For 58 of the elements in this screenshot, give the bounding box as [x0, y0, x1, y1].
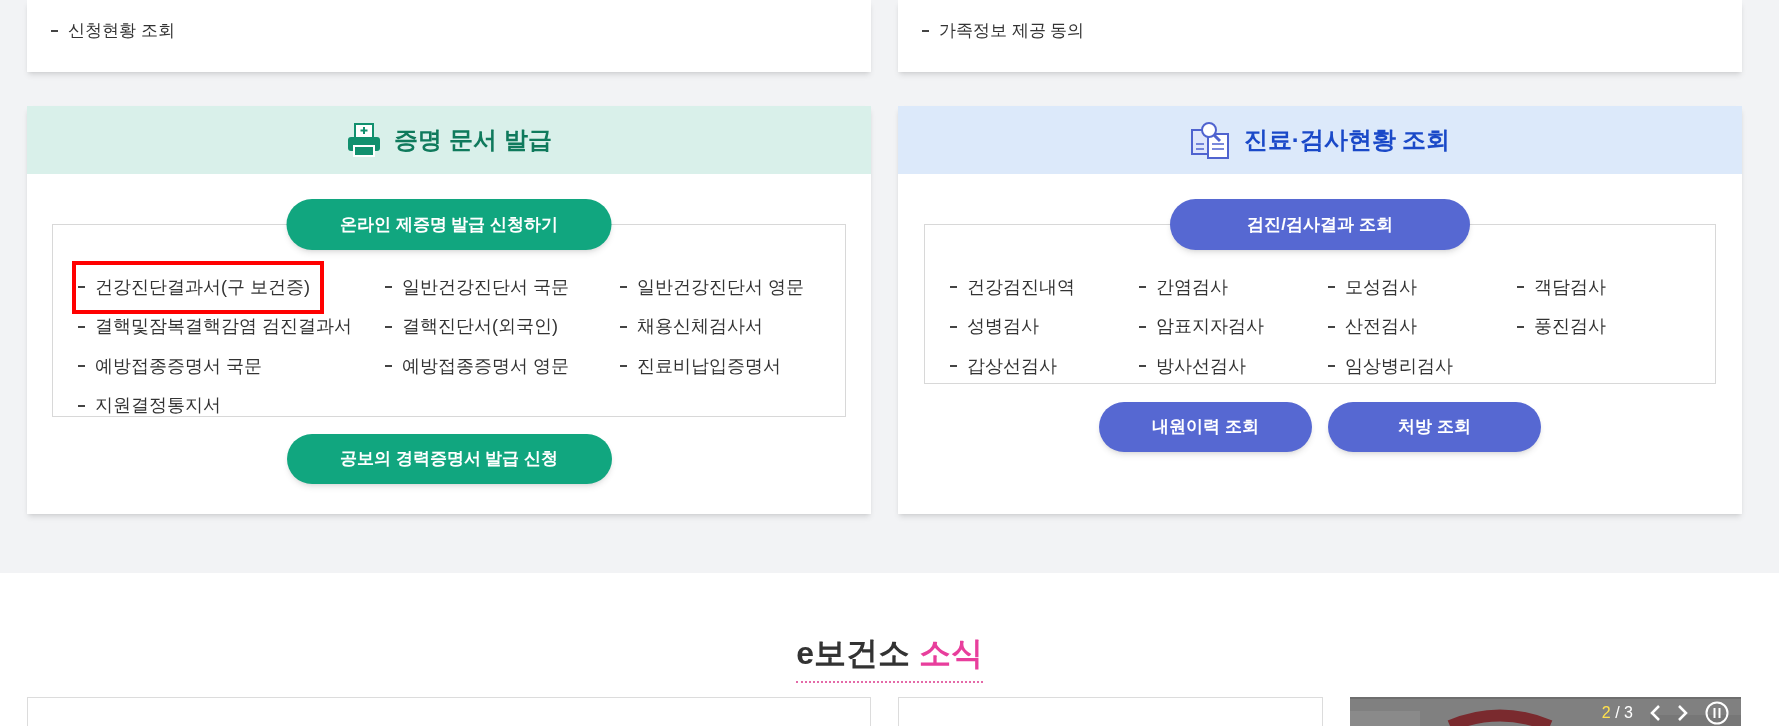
list-link[interactable]: 지원결정통지서: [95, 392, 221, 419]
list-link[interactable]: 결핵진단서(외국인): [402, 313, 558, 340]
list-link[interactable]: 건강진단결과서(구 보건증): [95, 273, 310, 301]
printer-icon: [346, 122, 383, 158]
bullet-dash: [78, 365, 85, 367]
bullet-dash: [620, 325, 627, 328]
list-link[interactable]: 결핵및잠복결핵감염 검진결과서: [95, 313, 352, 340]
document-search-icon: [1189, 120, 1232, 160]
bullet-dash: [1328, 365, 1335, 367]
list-link[interactable]: 채용신체검사서: [637, 313, 763, 340]
list-link[interactable]: 간염검사: [1156, 273, 1228, 301]
list-link[interactable]: 예방접종증명서 영문: [402, 352, 569, 380]
card-title: 진료·검사현황 조회: [1243, 125, 1451, 155]
bullet-dash: [1517, 325, 1524, 328]
list-link[interactable]: 신청현황 조회: [68, 18, 175, 44]
bullet-dash: [922, 29, 929, 32]
bullet-dash: [1517, 286, 1524, 288]
bullet-dash: [1328, 325, 1335, 328]
list-link[interactable]: 풍진검사: [1534, 313, 1606, 340]
list-link[interactable]: 모성검사: [1345, 273, 1417, 301]
bullet-dash: [385, 286, 392, 288]
list-link[interactable]: 산전검사: [1345, 313, 1417, 340]
bullet-dash: [51, 29, 58, 32]
bullet-dash: [1139, 325, 1146, 328]
previous-icon[interactable]: [1649, 704, 1661, 722]
bullet-dash: [1328, 286, 1335, 288]
query-button[interactable]: 처방 조회: [1328, 402, 1541, 452]
bullet-dash: [385, 365, 392, 367]
card-title: 증명 문서 발급: [394, 125, 552, 155]
bullet-dash: [950, 365, 957, 367]
list-link[interactable]: 임상병리검사: [1345, 352, 1453, 380]
bullet-dash: [620, 286, 627, 288]
bullet-dash: [950, 325, 957, 328]
bullet-dash: [1139, 286, 1146, 288]
list-link[interactable]: 건강검진내역: [967, 273, 1075, 301]
list-link[interactable]: 객담검사: [1534, 273, 1606, 301]
bullet-dash: [620, 365, 627, 367]
results-button[interactable]: 검진/검사결과 조회: [1170, 199, 1470, 250]
bullet-dash: [1139, 365, 1146, 367]
list-link[interactable]: 일반건강진단서 영문: [637, 273, 804, 301]
bullet-dash: [385, 325, 392, 328]
pause-icon[interactable]: [1705, 701, 1729, 725]
section-title: e보건소 소식: [796, 629, 983, 683]
list-link[interactable]: 갑상선검사: [967, 352, 1057, 380]
bullet-dash: [78, 286, 85, 288]
list-link[interactable]: 진료비납입증명서: [637, 352, 781, 380]
next-icon[interactable]: [1677, 704, 1689, 722]
bullet-dash: [950, 286, 957, 288]
list-link[interactable]: 예방접종증명서 국문: [95, 352, 262, 380]
list-link[interactable]: 일반건강진단서 국문: [402, 273, 569, 301]
bullet-dash: [78, 404, 85, 407]
list-link[interactable]: 가족정보 제공 동의: [939, 18, 1085, 44]
bullet-dash: [78, 325, 85, 328]
list-link[interactable]: 성병검사: [967, 313, 1039, 340]
slide-counter: 2 / 3: [1601, 703, 1633, 723]
list-link[interactable]: 방사선검사: [1156, 352, 1246, 380]
list-link[interactable]: 암표지자검사: [1156, 313, 1264, 340]
query-button[interactable]: 내원이력 조회: [1099, 402, 1312, 452]
